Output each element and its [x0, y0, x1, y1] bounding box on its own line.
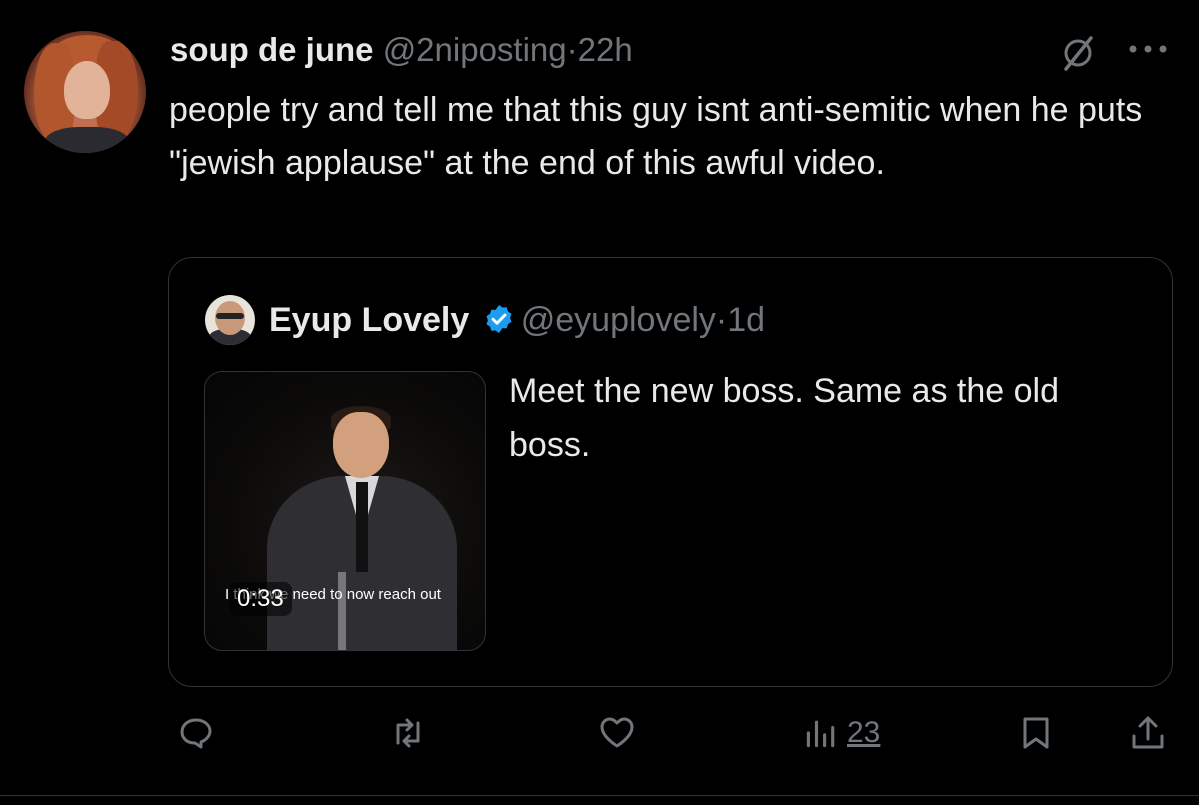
separator-dot: ·	[566, 31, 578, 68]
author-handle[interactable]: @2niposting	[383, 31, 567, 68]
tweet-time[interactable]: 22h	[578, 31, 633, 68]
quoted-author-handle[interactable]: @eyuplovely	[521, 301, 716, 339]
share-button[interactable]	[1128, 713, 1168, 753]
author-avatar[interactable]	[24, 31, 146, 153]
bookmark-button[interactable]	[1016, 713, 1056, 753]
separator-dot: ·	[715, 301, 728, 339]
analytics-icon	[806, 720, 835, 748]
action-bar: 23	[0, 705, 1199, 765]
like-button[interactable]	[597, 713, 637, 753]
reply-button[interactable]	[176, 713, 216, 753]
quoted-tweet-header: Eyup Lovely @eyuplovely·1d	[269, 298, 765, 342]
video-duration: 0:33	[229, 582, 292, 616]
tweet-text: people try and tell me that this guy isn…	[169, 91, 1143, 182]
retweet-button[interactable]	[388, 713, 428, 753]
grok-icon[interactable]	[1058, 33, 1098, 73]
quoted-tweet-time[interactable]: 1d	[727, 301, 765, 339]
quoted-tweet-text: Meet the new boss. Same as the old boss.	[509, 372, 1059, 464]
quoted-author-name[interactable]: Eyup Lovely	[269, 301, 469, 339]
more-horizontal-icon[interactable]	[1127, 33, 1169, 63]
share-icon	[1132, 716, 1164, 749]
video-thumbnail[interactable]: I think we need to now reach out 0:33	[204, 371, 486, 651]
verified-badge-icon	[483, 302, 515, 334]
views-count: 23	[847, 716, 881, 749]
divider	[0, 795, 1199, 796]
quoted-tweet[interactable]: Eyup Lovely @eyuplovely·1d I think we ne…	[168, 257, 1173, 687]
bookmark-icon	[1023, 717, 1049, 749]
tweet: soup de june @2niposting·22h people try …	[0, 0, 1199, 805]
tweet-header: soup de june @2niposting·22h	[170, 30, 633, 70]
retweet-icon	[396, 718, 420, 748]
author-name[interactable]: soup de june	[170, 31, 374, 68]
views-button[interactable]: 23	[803, 713, 880, 753]
reply-icon	[180, 718, 212, 749]
quoted-author-avatar[interactable]	[205, 295, 255, 345]
heart-icon	[600, 717, 634, 748]
